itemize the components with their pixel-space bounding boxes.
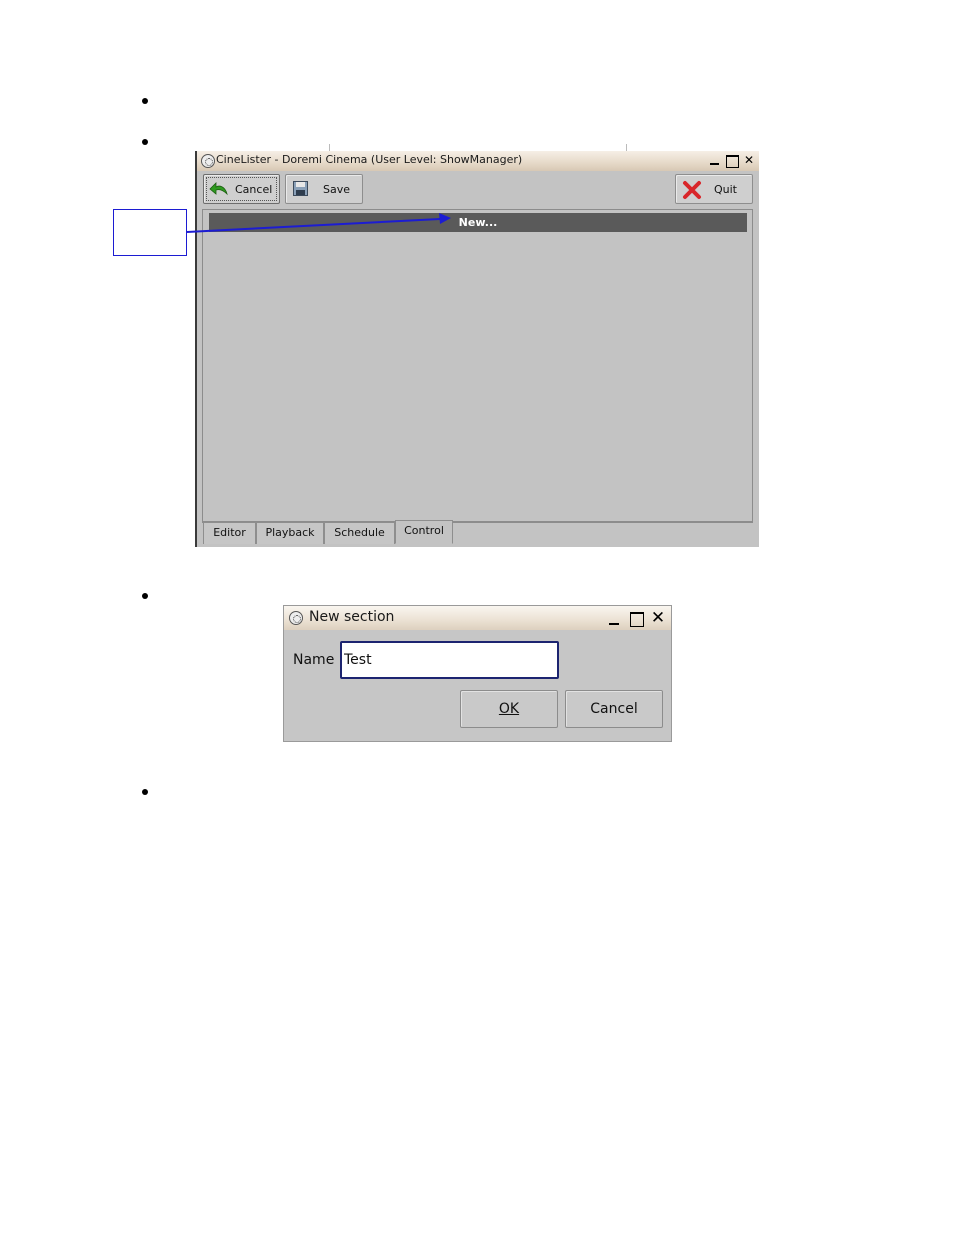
cancel-button-label: Cancel	[590, 701, 638, 717]
window-left-edge	[195, 151, 197, 547]
maximize-icon[interactable]	[626, 609, 646, 628]
save-button[interactable]: Save	[285, 174, 363, 204]
back-arrow-icon	[209, 182, 228, 196]
quit-button[interactable]: Quit	[675, 174, 753, 204]
close-icon[interactable]: ✕	[741, 153, 757, 168]
tab-editor[interactable]: Editor	[203, 522, 256, 544]
bullet-4	[142, 789, 148, 795]
ok-button-label: OK	[498, 701, 520, 717]
tab-schedule[interactable]: Schedule	[324, 522, 395, 544]
tab-playback[interactable]: Playback	[256, 522, 324, 544]
callout-box	[113, 209, 187, 256]
cancel-button-label: Cancel	[235, 183, 273, 196]
film-reel-icon	[201, 154, 215, 168]
bullet-3	[142, 593, 148, 599]
name-field[interactable]	[340, 641, 559, 679]
close-icon[interactable]: ✕	[648, 609, 668, 628]
name-label: Name	[293, 652, 335, 668]
film-reel-icon	[289, 611, 303, 625]
section-list: New...	[202, 209, 753, 522]
tab-control[interactable]: Control	[395, 520, 453, 544]
new-section-dialog: New section ✕ Name OK Cancel	[283, 605, 672, 742]
dialog-title: New section	[309, 609, 395, 625]
red-x-icon	[683, 181, 701, 199]
list-item-new[interactable]: New...	[209, 213, 747, 232]
cancel-button[interactable]: Cancel	[565, 690, 663, 728]
window-title: CineLister - Doremi Cinema (User Level: …	[216, 153, 523, 166]
quit-button-label: Quit	[714, 183, 737, 196]
maximize-icon[interactable]	[724, 153, 740, 168]
cinelister-window: CineLister - Doremi Cinema (User Level: …	[195, 151, 759, 547]
minimize-icon[interactable]	[604, 609, 624, 628]
ok-button[interactable]: OK	[460, 690, 558, 728]
cancel-button[interactable]: Cancel	[203, 174, 280, 204]
dialog-titlebar[interactable]: New section ✕	[284, 606, 671, 630]
titlebar[interactable]: CineLister - Doremi Cinema (User Level: …	[197, 151, 759, 171]
floppy-disk-icon	[293, 181, 308, 196]
minimize-icon[interactable]	[707, 153, 723, 168]
save-button-label: Save	[323, 183, 351, 196]
bullet-1	[142, 98, 148, 104]
bullet-2	[142, 139, 148, 145]
